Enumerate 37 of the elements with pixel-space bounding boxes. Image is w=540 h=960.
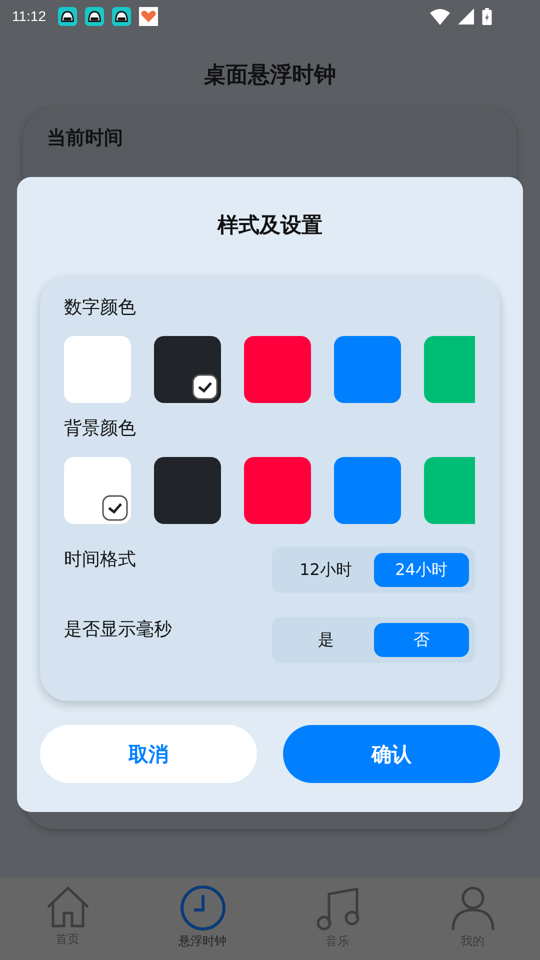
robot-icon — [112, 6, 131, 26]
check-icon — [192, 374, 218, 400]
color-swatch[interactable] — [244, 457, 311, 524]
color-swatch[interactable] — [244, 336, 311, 403]
section-label: 背景颜色 — [64, 417, 137, 440]
color-swatch[interactable] — [64, 336, 131, 403]
wifi-icon — [430, 8, 450, 24]
segment-option[interactable]: 12小时 — [278, 553, 374, 587]
battery-icon — [482, 8, 492, 24]
signal-icon — [458, 8, 474, 24]
user-icon — [450, 885, 496, 931]
color-swatch[interactable] — [334, 336, 401, 403]
color-swatch[interactable] — [154, 336, 221, 403]
status-time: 11:12 — [12, 8, 46, 24]
confirm-button[interactable]: 确认 — [283, 725, 500, 783]
color-swatch[interactable] — [424, 457, 475, 524]
page-title: 桌面悬浮时钟 — [203, 62, 337, 90]
color-swatch[interactable] — [334, 457, 401, 524]
clock-icon — [180, 885, 226, 931]
segment-option[interactable]: 否 — [374, 623, 469, 657]
segment-option[interactable]: 24小时 — [374, 553, 469, 587]
section-label: 数字颜色 — [64, 296, 137, 319]
color-swatch[interactable] — [64, 457, 131, 524]
music-note-icon — [314, 885, 360, 931]
cancel-button[interactable]: 取消 — [40, 725, 257, 783]
robot-icon — [58, 6, 77, 26]
color-swatch[interactable] — [154, 457, 221, 524]
setting-label: 时间格式 — [64, 548, 136, 571]
color-swatch[interactable] — [424, 336, 475, 403]
check-icon — [102, 495, 128, 521]
setting-label: 是否显示毫秒 — [64, 618, 172, 641]
dialog-title: 样式及设置 — [218, 212, 322, 239]
nav-tab[interactable]: 悬浮时钟 — [135, 877, 270, 960]
segment-option[interactable]: 是 — [278, 623, 374, 657]
card-title: 当前时间 — [47, 127, 123, 149]
robot-icon — [85, 6, 104, 26]
home-icon — [46, 885, 90, 929]
